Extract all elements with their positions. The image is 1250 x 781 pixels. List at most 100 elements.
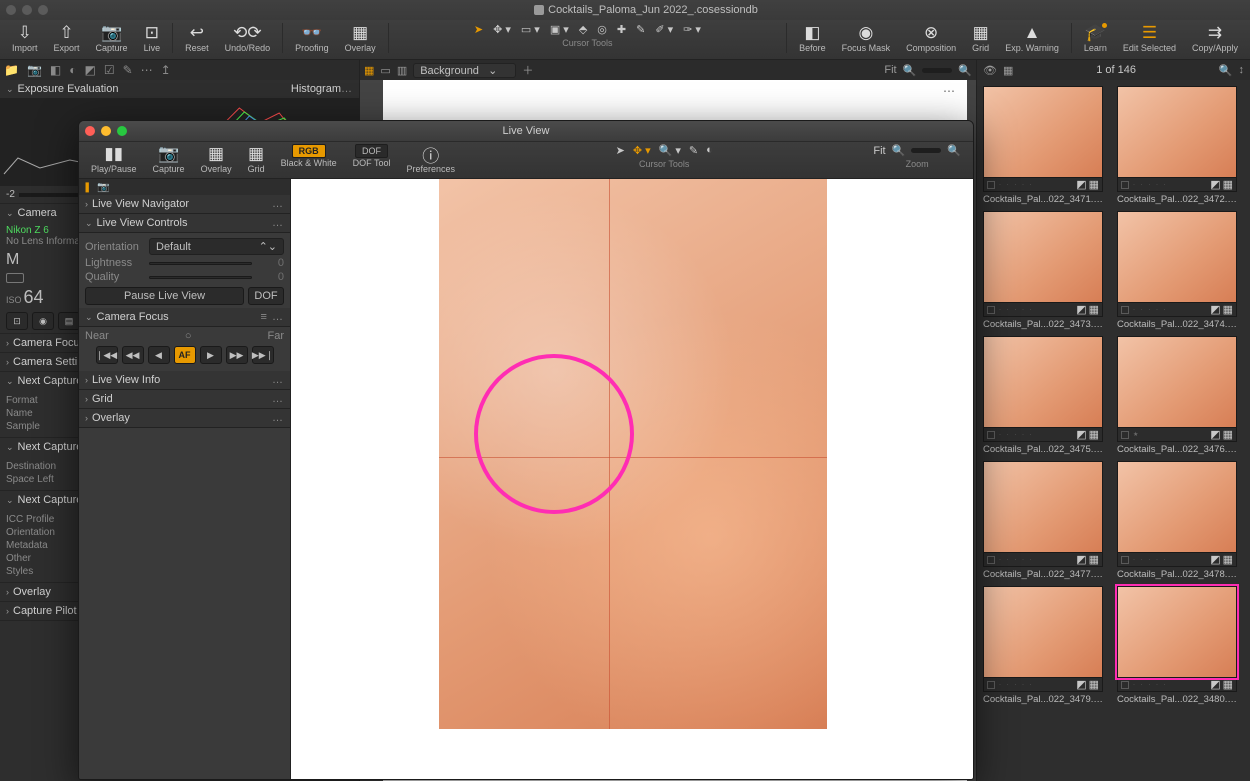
lv-quality-slider[interactable] [149,276,252,279]
layers-dropdown[interactable]: Background ⌄ [413,63,516,78]
edit-selected-button[interactable]: ☰Edit Selected [1115,23,1184,53]
focus-start-button[interactable]: ❘◀◀ [96,346,118,364]
zoom-search-icon[interactable]: 🔍 [903,64,917,77]
cursor-pipette-tool[interactable]: ✎ [636,23,645,36]
lv-tabs[interactable]: ❚ 📷 [79,179,290,195]
lv-pause-button[interactable]: Pause Live View [85,287,244,305]
browser-eye-icon[interactable]: 👁 [983,64,997,77]
lv-section-info[interactable]: ›Live View Info… [79,371,290,390]
lv-section-navigator[interactable]: ›Live View Navigator… [79,195,290,214]
focus-next-button[interactable]: ▶ [200,346,222,364]
thumbnail[interactable]: ★◩▦Cocktails_Pal...022_3476.NEF [1117,336,1237,455]
lv-cursor-zoom[interactable]: 🔍 ▾ [659,144,681,157]
before-button[interactable]: ◧Before [791,23,834,53]
undo-redo-button[interactable]: ⟲⟳Undo/Redo [217,23,279,53]
lv-lightness-slider[interactable] [149,262,252,265]
lv-grid-button[interactable]: ▦Grid [240,144,273,174]
composition-button[interactable]: ⊗Composition [898,23,964,53]
thumbnail[interactable]: · · · · ·◩▦Cocktails_Pal...022_3478.NEF [1117,461,1237,580]
focus-prev-button[interactable]: ◀ [148,346,170,364]
focus-end-button[interactable]: ▶▶❘ [252,346,274,364]
lv-section-overlay[interactable]: ›Overlay… [79,409,290,428]
focus-mask-button[interactable]: ◉Focus Mask [834,23,899,53]
thumbnail[interactable]: · · · · ·◩▦Cocktails_Pal...022_3475.NEF [983,336,1103,455]
section-exposure-evaluation[interactable]: ⌄Exposure Evaluation Histogram … [0,80,359,98]
lv-cursor-pipette[interactable]: ✎ [689,144,698,157]
camera-control-2[interactable]: ◉ [32,312,54,330]
zoom-to-fit-icon[interactable]: 🔍 [958,64,972,77]
cursor-pointer-tool[interactable]: ➤ [474,23,483,36]
live-view-titlebar[interactable]: Live View [79,121,973,141]
iso-label: ISO [6,295,22,305]
cursor-draw-tool[interactable]: ▭ ▾ [521,23,540,36]
browser-filter-icon[interactable]: ▦ [1003,64,1013,77]
lv-cursor-bw[interactable]: ◐ [706,144,713,157]
cursor-spot-tool[interactable]: ◎ [597,23,607,36]
camera-control-3[interactable]: ▤ [58,312,80,330]
focus-forward-button[interactable]: ▶▶ [226,346,248,364]
browser-search-icon[interactable]: 🔍 [1219,64,1233,77]
thumbnail[interactable]: · · · · ·◩▦Cocktails_Pal...022_3477.NEF [983,461,1103,580]
cursor-keystone-tool[interactable]: ⬘ [579,23,587,36]
cursor-crop-tool[interactable]: ▣ ▾ [550,23,569,36]
focus-af-button[interactable]: AF [174,346,196,364]
thumbnail[interactable]: · · · · ·◩▦Cocktails_Pal...022_3473.NEF [983,211,1103,330]
import-button[interactable]: ⇩Import [4,23,46,53]
pin-icon[interactable]: ⋯ [943,84,955,98]
lv-section-focus[interactable]: ⌄Camera Focus≡ … [79,308,290,327]
copy-apply-button[interactable]: ⇉Copy/Apply [1184,23,1246,53]
lv-dof-button-side[interactable]: DOF [248,287,284,305]
lv-orientation-select[interactable]: Default⌃⌄ [149,238,284,255]
lv-zoom-slider[interactable] [911,148,941,153]
lv-overlay-button[interactable]: ▦Overlay [193,144,240,174]
thumbnail[interactable]: · · · · ·◩▦Cocktails_Pal...022_3474.NEF [1117,211,1237,330]
cursor-heal-tool[interactable]: ✚ [617,23,626,36]
lv-zoom-icon[interactable]: 🔍 [892,144,906,157]
lv-prefs-button[interactable]: ⓘPreferences [398,144,463,174]
proofing-button[interactable]: 👓Proofing [287,23,337,53]
view-single-icon[interactable]: ▭ [380,64,390,77]
capture-button[interactable]: 📷Capture [88,23,136,53]
lv-section-grid[interactable]: ›Grid… [79,390,290,409]
focus-slider-track[interactable]: ○ [109,330,268,342]
focus-reticle[interactable] [474,354,634,514]
zoom-slider[interactable] [922,68,952,73]
close-window-button[interactable] [6,5,16,15]
min-window-button[interactable] [22,5,32,15]
cursor-pen-tool[interactable]: ✑ ▾ [683,23,701,36]
cursor-hand-tool[interactable]: ✥ ▾ [493,23,511,36]
lv-play-pause-button[interactable]: ▮▮Play/Pause [83,144,145,174]
focus-rewind-button[interactable]: ◀◀ [122,346,144,364]
exp-warning-button[interactable]: ▲Exp. Warning [997,23,1067,53]
live-close-button[interactable] [85,126,95,136]
lv-cursor-pointer[interactable]: ➤ [616,144,625,157]
browser-sort-icon[interactable]: ↕ [1239,64,1245,76]
tool-tabs[interactable]: 📁📷◧◐◩☑✎⋯↥ [0,60,359,80]
grid-button[interactable]: ▦Grid [964,23,997,53]
lv-capture-button[interactable]: 📷Capture [145,144,193,174]
thumbnail[interactable]: · · · · ·◩▦Cocktails_Pal...022_3471.NEF [983,86,1103,205]
overlay-button[interactable]: ▦Overlay [337,23,384,53]
live-max-button[interactable] [117,126,127,136]
cursor-brush-tool[interactable]: ✐ ▾ [655,23,673,36]
live-view-canvas[interactable] [291,179,973,779]
export-button[interactable]: ⇧Export [46,23,88,53]
lv-dof-button[interactable]: DOFDOF Tool [345,144,399,168]
thumbnail[interactable]: · · · · ·◩▦Cocktails_Pal...022_3472.NEF [1117,86,1237,205]
thumbnail[interactable]: · · · · ·◩▦Cocktails_Pal...022_3479.NEF [983,586,1103,705]
max-window-button[interactable] [38,5,48,15]
thumbnail[interactable]: · · · · ·◩▦Cocktails_Pal...022_3480.NEF [1117,586,1237,705]
live-button[interactable]: ⊡Live [136,23,169,53]
add-layer-icon[interactable]: ＋ [522,62,533,78]
live-min-button[interactable] [101,126,111,136]
view-multi-icon[interactable]: ▥ [397,64,407,77]
lv-cursor-hand[interactable]: ✥ ▾ [633,144,651,157]
learn-button[interactable]: 🎓Learn [1076,23,1115,53]
reset-button[interactable]: ↩Reset [177,23,217,53]
lv-bw-button[interactable]: RGBBlack & White [273,144,345,168]
window-controls[interactable] [6,5,48,15]
camera-control-1[interactable]: ⊡ [6,312,28,330]
view-grid-icon[interactable]: ▦ [364,64,374,77]
lv-section-controls[interactable]: ⌄Live View Controls… [79,214,290,233]
lv-zoom-fit-icon[interactable]: 🔍 [947,144,961,157]
